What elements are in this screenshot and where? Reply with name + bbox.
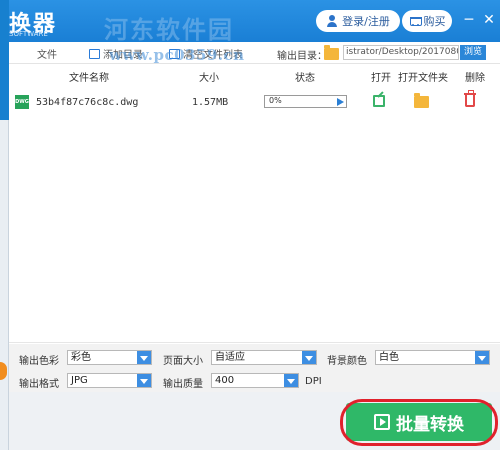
file-size: 1.57MB [192,97,229,108]
progress-text: 0% [269,96,282,105]
cart-icon [409,15,422,27]
settings-panel: 输出色彩 彩色 页面大小 自适应 背景颜色 白色 输出格式 JPG 输出质量 4… [9,344,500,392]
file-name: 53b4f87c76c8c.dwg [36,97,139,108]
minimize-button[interactable]: ─ [461,12,477,28]
chevron-down-icon [475,351,489,364]
background-color-label: 背景颜色 [327,356,367,367]
col-name: 文件名称 [69,73,109,84]
converter-window: 换器 SOFTWARE 河东软件园 登录/注册 购买 ─ ✕ 文件 添加目录 清… [9,0,500,450]
watermark-text: 河东软件园 [104,16,234,44]
page-size-label: 页面大小 [163,356,203,367]
open-folder-icon[interactable] [414,93,429,108]
output-format-select[interactable]: JPG [67,373,152,388]
progress-bar: 0% [264,95,347,108]
table-row[interactable]: DWG 53b4f87c76c8c.dwg 1.57MB 0% [9,89,500,115]
folder-icon[interactable] [324,45,339,60]
dwg-file-icon: DWG [15,95,29,109]
background-app-header [0,0,9,120]
user-icon [326,15,338,27]
dpi-label: DPI [305,376,322,387]
browse-button[interactable]: 浏览 [460,45,486,60]
chevron-down-icon [284,374,298,387]
login-button[interactable]: 登录/注册 [316,10,400,32]
output-color-select[interactable]: 彩色 [67,350,152,365]
toolbar: 文件 添加目录 清空文件列表 www.pc0359.cn 输出目录： istra… [9,42,500,64]
login-label: 登录/注册 [342,15,390,28]
output-dir-label: 输出目录： [277,51,327,62]
output-color-label: 输出色彩 [19,356,59,367]
table-header: 文件名称 大小 状态 打开 打开文件夹 删除 [9,65,500,85]
quality-value: 400 [215,375,235,386]
background-app-badge [0,362,7,380]
add-file-label: 文件 [37,50,57,61]
add-file-button[interactable]: 文件 [37,46,57,61]
background-color-value: 白色 [379,352,399,363]
chevron-down-icon [137,374,151,387]
app-subtitle: SOFTWARE [9,30,48,38]
buy-label: 购买 [423,15,446,28]
open-file-icon[interactable] [373,95,385,107]
buy-button[interactable]: 购买 [402,10,452,32]
page-size-select[interactable]: 自适应 [211,350,317,365]
output-format-value: JPG [71,375,88,386]
col-open: 打开 [371,73,391,84]
quality-select[interactable]: 400 [211,373,299,388]
play-icon[interactable] [337,98,344,106]
file-list [9,85,500,343]
col-size: 大小 [199,73,219,84]
watermark-url: www.pc0359.cn [109,46,245,64]
output-format-label: 输出格式 [19,379,59,390]
col-delete: 删除 [465,73,485,84]
output-path-field[interactable]: istrator/Desktop/20170807 [343,45,459,60]
col-open-folder: 打开文件夹 [398,73,448,84]
chevron-down-icon [137,351,151,364]
bottom-bar: 批量转换 [9,392,500,450]
add-folder-icon [89,48,100,59]
highlight-annotation [340,399,498,446]
title-bar: 换器 SOFTWARE 河东软件园 登录/注册 购买 ─ ✕ [9,0,500,44]
close-button[interactable]: ✕ [481,12,497,28]
background-color-select[interactable]: 白色 [375,350,490,365]
col-status: 状态 [295,73,315,84]
quality-label: 输出质量 [163,379,203,390]
delete-icon[interactable] [464,90,476,107]
chevron-down-icon [302,351,316,364]
background-app-strip [0,0,9,450]
page-size-value: 自适应 [215,352,245,363]
output-color-value: 彩色 [71,352,91,363]
